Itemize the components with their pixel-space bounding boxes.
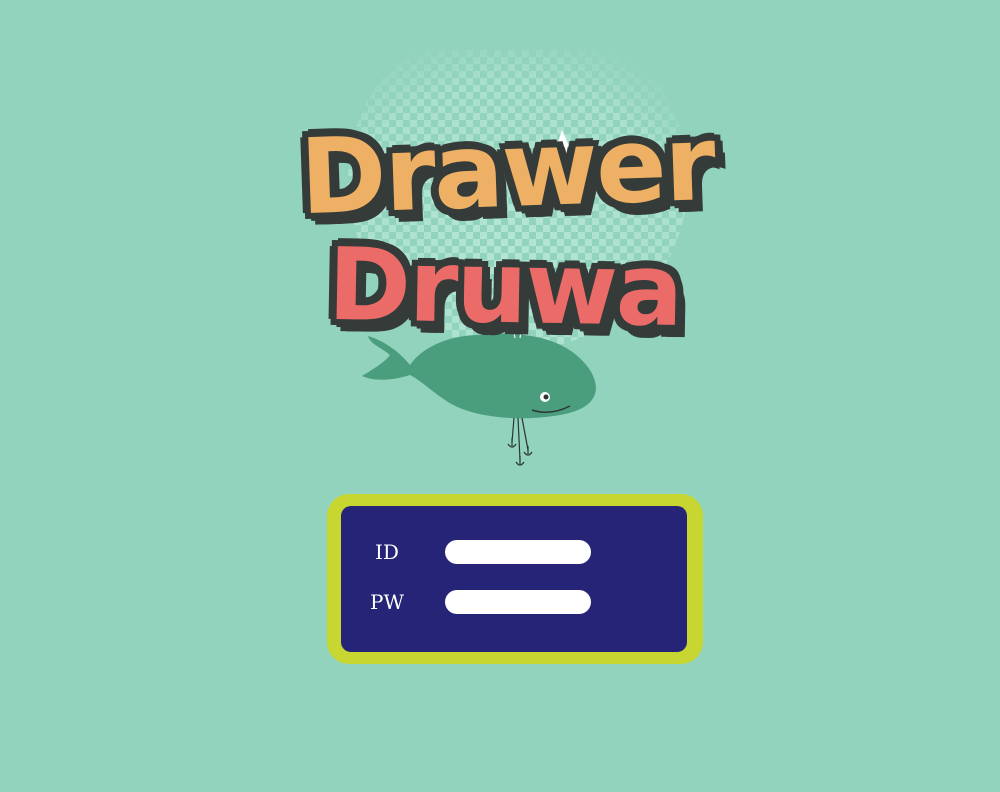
id-input[interactable] <box>445 540 591 564</box>
logo-title-line1: Drawer <box>297 101 716 239</box>
logo-title-line2: Druwa <box>327 225 683 350</box>
id-label: ID <box>375 540 399 564</box>
pw-input[interactable] <box>445 590 591 614</box>
drawer-druwa-logo: Drawer Druwa <box>270 50 750 480</box>
login-frame: ID PW <box>327 494 703 664</box>
pw-label: PW <box>369 590 404 614</box>
login-panel: ID PW <box>341 506 687 652</box>
anchors-icon <box>507 417 533 466</box>
